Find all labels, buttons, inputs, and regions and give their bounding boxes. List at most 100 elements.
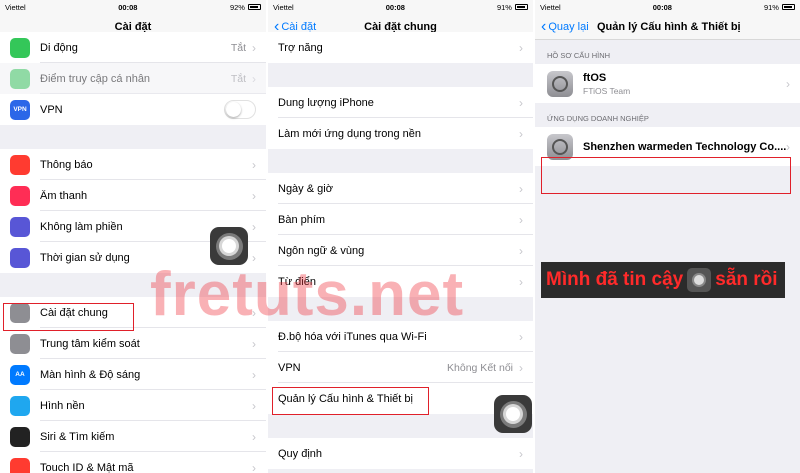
row-label: Hình nền [40,399,85,412]
row-label: Ngôn ngữ & vùng [278,244,365,257]
chevron-right-icon: › [252,336,256,351]
row-label: Touch ID & Mật mã [40,461,134,473]
row-label: Cài đặt chung [40,306,108,319]
settings-row-tu-dien[interactable]: Từ điển › [268,266,533,297]
chevron-right-icon: › [519,40,523,55]
carrier-label: Viettel [540,2,561,12]
chevron-right-icon: › [252,188,256,203]
settings-row-man-hinh-do-sang[interactable]: AA Màn hình & Độ sáng › [0,359,266,390]
battery-icon [781,4,795,10]
settings-row-ban-phim[interactable]: Bàn phím › [268,204,533,235]
hourglass-icon [10,247,30,268]
settings-row-diem-truy-cap-ca-nhan[interactable]: Điểm truy cập cá nhân Tắt › [0,63,266,94]
settings-row-quy-dinh[interactable]: Quy định › [268,438,533,469]
chevron-right-icon: › [786,139,790,154]
row-label: Làm mới ứng dụng trong nền [278,127,421,140]
assistive-touch-button[interactable] [210,227,248,265]
chevron-left-icon: ‹ [541,17,547,35]
annotation-caption: Mình đã tin cậy sẵn rồi [541,262,785,298]
battery-percent: 92% [229,2,245,12]
settings-row-am-thanh[interactable]: Âm thanh › [0,180,266,211]
control-center-icon [10,333,30,354]
carrier-label: Viettel [5,2,26,12]
nav-bar: ‹ Quay lại Quản lý Cấu hình & Thiết bị [535,14,800,40]
chevron-right-icon: › [519,329,523,344]
settings-row-di-dong[interactable]: Di động Tắt › [0,32,266,63]
status-bar: Viettel 00:08 91% [535,0,800,14]
row-label: Quy định [278,447,323,460]
row-value: Tắt [230,72,246,85]
settings-row-cai-dat-chung[interactable]: Cài đặt chung › [0,297,266,328]
moon-icon [10,216,30,237]
chevron-right-icon: › [519,243,523,258]
row-value: Không Kết nối [447,361,513,374]
profile-row[interactable]: ftOS FTiOS Team › [535,64,800,103]
profile-subtitle: FTiOS Team [583,85,631,96]
fingerprint-icon [10,457,30,473]
settings-row-tro-nang[interactable]: Trợ năng › [268,32,533,63]
row-value: Tắt [230,41,246,54]
settings-row-lam-moi-ung-dung-trong-nen[interactable]: Làm mới ứng dụng trong nền › [268,118,533,149]
settings-row-vpn[interactable]: VPN VPN [0,94,266,125]
back-label: Cài đặt [281,20,317,33]
settings-row-hinh-nen[interactable]: Hình nền › [0,390,266,421]
assistive-touch-button[interactable] [494,395,532,433]
row-label: Di động [40,41,78,54]
chevron-right-icon: › [519,95,523,110]
chevron-right-icon: › [252,460,256,473]
chevron-left-icon: ‹ [274,17,280,35]
row-label: Âm thanh [40,189,88,202]
chevron-right-icon: › [252,367,256,382]
enterprise-developer-name: Shenzhen warmeden Technology Co.... [583,140,787,153]
row-label: Thông báo [40,158,93,171]
back-label: Quay lại [548,20,589,33]
wallpaper-icon [10,395,30,416]
settings-row-siri-tim-kiem[interactable]: Siri & Tìm kiếm › [0,421,266,452]
settings-row-touch-id-mat-ma[interactable]: Touch ID & Mật mã › [0,452,266,473]
back-button[interactable]: ‹ Cài đặt [268,17,317,35]
row-label: Đ.bộ hóa với iTunes qua Wi-Fi [278,330,427,343]
chevron-right-icon: › [252,40,256,55]
back-button[interactable]: ‹ Quay lại [535,17,589,35]
assistive-touch-icon [687,268,712,292]
chevron-right-icon: › [252,429,256,444]
row-label: Quản lý Cấu hình & Thiết bị [278,392,413,405]
chevron-right-icon: › [519,126,523,141]
chevron-right-icon: › [252,71,256,86]
status-time: 00:08 [652,2,672,12]
gear-icon [547,133,573,160]
settings-row-d-bo-hoa-voi-itunes-qua-wi-fi[interactable]: Đ.bộ hóa với iTunes qua Wi-Fi › [268,321,533,352]
settings-row-dung-luong-iphone[interactable]: Dung lượng iPhone › [268,87,533,118]
status-time: 00:08 [385,2,405,12]
battery-percent: 91% [496,2,512,12]
settings-row-trung-tam-kiem-soat[interactable]: Trung tâm kiểm soát › [0,328,266,359]
settings-row-vpn[interactable]: VPN Không Kết nối › [268,352,533,383]
gear-icon [547,70,573,97]
siri-icon [10,426,30,447]
chevron-right-icon: › [519,181,523,196]
row-label: Điểm truy cập cá nhân [40,72,151,85]
carrier-label: Viettel [273,2,294,12]
settings-row-ngay-gio[interactable]: Ngày & giờ › [268,173,533,204]
row-label: Ngày & giờ [278,182,333,195]
status-bar: Viettel 00:08 91% [268,0,533,14]
row-label: VPN [278,361,301,374]
caption-text-before: Mình đã tin cậy [546,269,684,290]
row-label: VPN [40,103,63,116]
antenna-icon [10,37,30,58]
chevron-right-icon: › [252,398,256,413]
battery-icon [514,4,528,10]
chevron-right-icon: › [252,305,256,320]
battery-icon [247,4,261,10]
vpn-toggle[interactable] [224,100,256,119]
hotspot-icon [10,68,30,89]
chevron-right-icon: › [519,212,523,227]
page-title: Cài đặt [114,20,152,33]
settings-row-ngon-ngu-vung[interactable]: Ngôn ngữ & vùng › [268,235,533,266]
chevron-right-icon: › [519,446,523,461]
section-header-profiles: HỒ SƠ CẤU HÌNH [547,51,611,60]
chevron-right-icon: › [519,360,523,375]
enterprise-app-row[interactable]: Shenzhen warmeden Technology Co.... › [535,127,800,166]
notification-icon [10,154,30,175]
settings-row-thong-bao[interactable]: Thông báo › [0,149,266,180]
